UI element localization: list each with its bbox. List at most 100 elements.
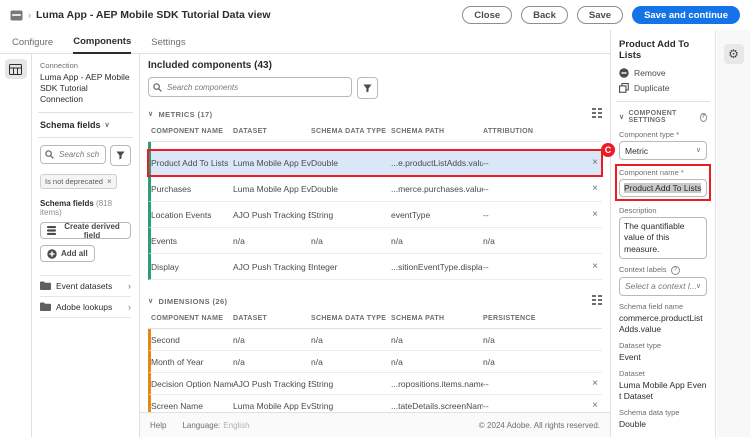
folder-icon xyxy=(40,281,51,290)
component-type-select[interactable]: Metric ∨ xyxy=(619,141,707,160)
column-header: COMPONENT NAME xyxy=(151,128,233,135)
partial-scrolled-row xyxy=(148,142,602,150)
connection-name: Luma App - AEP Mobile SDK Tutorial Conne… xyxy=(40,72,131,105)
schema-data-type-value: Double xyxy=(619,419,707,430)
duplicate-button[interactable]: Duplicate xyxy=(619,83,707,93)
table-row-product-add-to-lists[interactable]: Product Add To Lists Luma Mobile App Eve… xyxy=(148,150,602,176)
back-button[interactable]: Back xyxy=(521,6,568,24)
sidebar-item-adobe-lookups[interactable]: Adobe lookups › xyxy=(40,296,131,318)
dimensions-table: COMPONENT NAME DATASET SCHEMA DATA TYPE … xyxy=(148,308,602,412)
remove-component-icon[interactable]: × xyxy=(588,400,602,411)
gear-icon[interactable]: ⚙ xyxy=(724,44,744,64)
filter-icon[interactable] xyxy=(110,145,131,166)
table-row-second[interactable]: Second n/a n/a n/a n/a × xyxy=(148,329,602,351)
component-settings-panel: Product Add To Lists Remove Duplicate ∨ … xyxy=(610,30,716,437)
dimensions-section-header: ∨ DIMENSIONS (26) xyxy=(148,295,602,307)
language-value[interactable]: English xyxy=(223,421,249,430)
derived-field-icon xyxy=(47,226,56,235)
create-derived-field-button[interactable]: Create derived field xyxy=(40,222,131,239)
divider xyxy=(38,137,133,138)
table-row-events[interactable]: Events n/a n/a n/a n/a × xyxy=(148,228,602,254)
remove-component-icon[interactable]: × xyxy=(588,157,602,168)
chevron-down-icon[interactable]: ∨ xyxy=(619,114,624,121)
tab-configure[interactable]: Configure xyxy=(12,37,53,53)
component-type-label: Component type * xyxy=(619,130,707,139)
table-row-month-of-year[interactable]: Month of Year n/a n/a n/a n/a × xyxy=(148,351,602,373)
schema-data-type-label: Schema data type xyxy=(619,408,707,417)
close-button[interactable]: Close xyxy=(462,6,512,24)
app-window: › Luma App - AEP Mobile SDK Tutorial Dat… xyxy=(0,0,750,437)
add-circle-icon xyxy=(47,249,57,259)
tab-settings[interactable]: Settings xyxy=(151,37,185,53)
folder-icon xyxy=(40,302,51,311)
remove-button[interactable]: Remove xyxy=(619,68,707,78)
chevron-right-icon: › xyxy=(128,281,131,291)
remove-component-icon[interactable]: × xyxy=(588,261,602,272)
chevron-right-icon: › xyxy=(28,10,31,20)
table-row-decision-option-name[interactable]: Decision Option Name AJO Push Tracking E… xyxy=(148,373,602,395)
left-sidebar: Connection Luma App - AEP Mobile SDK Tut… xyxy=(32,54,140,437)
chevron-down-icon: ∨ xyxy=(696,283,701,290)
schema-search-box[interactable] xyxy=(40,145,106,164)
tab-components[interactable]: Components xyxy=(73,36,131,54)
dataset-value: Luma Mobile App Event Dataset xyxy=(619,380,707,402)
context-labels-select[interactable]: Select a context l... ∨ xyxy=(619,277,707,296)
context-labels-label: Context labels ? xyxy=(619,265,707,275)
components-search-input[interactable] xyxy=(165,82,347,93)
dataset-label: Dataset xyxy=(619,369,707,378)
sidebar-item-event-datasets[interactable]: Event datasets › xyxy=(40,275,131,296)
schema-fields-heading: Schema fields (818 items) xyxy=(40,199,131,217)
description-textarea[interactable]: The quantifiable value of this measure. xyxy=(619,217,707,259)
column-header: DATASET xyxy=(233,128,311,135)
table-row-location-events[interactable]: Location Events AJO Push Tracking Expe..… xyxy=(148,202,602,228)
remove-component-icon[interactable]: × xyxy=(588,209,602,220)
dataset-type-label: Dataset type xyxy=(619,341,707,350)
add-all-button[interactable]: Add all xyxy=(40,245,95,262)
components-panel-icon[interactable] xyxy=(5,59,27,79)
column-settings-icon[interactable] xyxy=(592,108,602,120)
duplicate-icon xyxy=(619,83,629,93)
component-name-input[interactable]: Product Add To Lists xyxy=(619,179,707,197)
metrics-table-header: COMPONENT NAME DATASET SCHEMA DATA TYPE … xyxy=(148,121,602,142)
component-name-label: Component name * xyxy=(619,168,707,177)
description-label: Description xyxy=(619,206,707,215)
chevron-down-icon: ∨ xyxy=(105,122,110,129)
chevron-down-icon[interactable]: ∨ xyxy=(148,298,154,305)
left-icon-rail xyxy=(0,54,32,437)
column-settings-icon[interactable] xyxy=(592,295,602,307)
chevron-down-icon: ∨ xyxy=(696,147,701,154)
save-button[interactable]: Save xyxy=(577,6,623,24)
included-components-panel: Included components (43) ∨ METRICS (17) … xyxy=(140,54,610,412)
filter-icon[interactable] xyxy=(357,77,378,99)
table-row-display[interactable]: Display AJO Push Tracking Expe... Intege… xyxy=(148,254,602,280)
schema-fields-dropdown[interactable]: Schema fields ∨ xyxy=(40,120,131,130)
close-icon[interactable]: × xyxy=(107,177,112,186)
header-actions: Close Back Save Save and continue xyxy=(462,6,740,24)
column-header: DATASET xyxy=(233,315,311,322)
component-settings-section-header: ∨ COMPONENT SETTINGS ? xyxy=(619,110,707,124)
column-header: SCHEMA DATA TYPE xyxy=(311,128,391,135)
search-icon xyxy=(153,83,162,92)
remove-component-icon[interactable]: × xyxy=(588,183,602,194)
schema-search-input[interactable] xyxy=(57,149,101,160)
help-link[interactable]: Help xyxy=(150,421,166,430)
help-icon[interactable]: ? xyxy=(700,113,707,122)
schema-field-name-label: Schema field name xyxy=(619,302,707,311)
filter-chip-not-deprecated[interactable]: Is not deprecated × xyxy=(40,174,117,189)
chevron-down-icon[interactable]: ∨ xyxy=(148,111,154,118)
table-row-purchases[interactable]: Purchases Luma Mobile App Event... Doubl… xyxy=(148,176,602,202)
page-title: Luma App - AEP Mobile SDK Tutorial Data … xyxy=(36,9,271,21)
column-header: ATTRIBUTION xyxy=(483,128,588,135)
dataset-type-value: Event xyxy=(619,352,707,363)
metrics-table: COMPONENT NAME DATASET SCHEMA DATA TYPE … xyxy=(148,121,602,280)
divider xyxy=(38,112,133,113)
remove-component-icon[interactable]: × xyxy=(588,378,602,389)
help-icon[interactable]: ? xyxy=(671,266,680,275)
copyright-text: © 2024 Adobe. All rights reserved. xyxy=(479,421,600,430)
top-header: › Luma App - AEP Mobile SDK Tutorial Dat… xyxy=(0,0,750,30)
save-and-continue-button[interactable]: Save and continue xyxy=(632,6,740,24)
column-header: COMPONENT NAME xyxy=(151,315,233,322)
components-search-box[interactable] xyxy=(148,77,352,97)
column-header: PERSISTENCE xyxy=(483,315,588,322)
table-row-screen-name[interactable]: Screen Name Luma Mobile App Event... Str… xyxy=(148,395,602,412)
